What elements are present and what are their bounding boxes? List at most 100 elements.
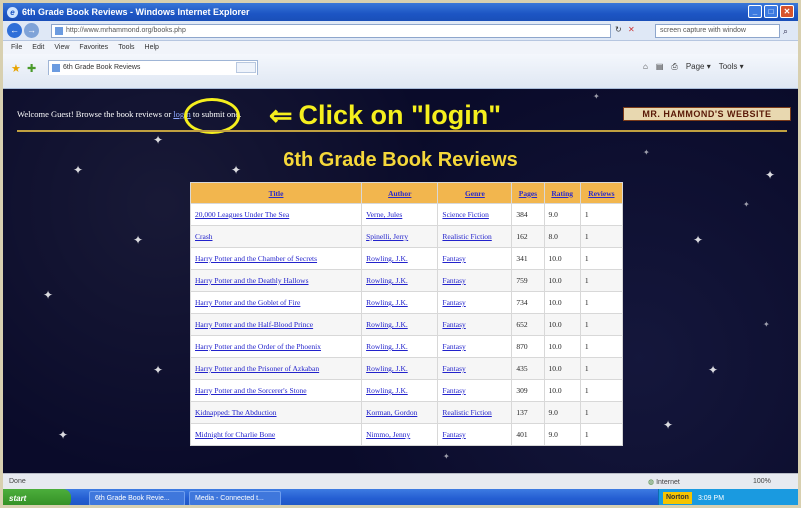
menu-view[interactable]: View (54, 44, 69, 51)
home-icon[interactable]: ⌂ (643, 62, 648, 72)
author-link[interactable]: Nimmo, Jenny (366, 430, 410, 439)
genre-link[interactable]: Fantasy (442, 276, 465, 285)
book-title-link[interactable]: Harry Potter and the Order of the Phoeni… (195, 342, 321, 351)
book-title-link[interactable]: Harry Potter and the Half-Blood Prince (195, 320, 313, 329)
menu-help[interactable]: Help (145, 44, 159, 51)
menu-file[interactable]: File (11, 44, 22, 51)
book-title-link[interactable]: Harry Potter and the Sorcerer's Stone (195, 386, 307, 395)
star-decoration: ✦ (593, 92, 600, 101)
window-title: 6th Grade Book Reviews - Windows Interne… (22, 7, 250, 17)
taskbar-button-media[interactable]: Media - Connected t... (189, 491, 281, 505)
page-menu-button[interactable]: Page ▾ (686, 62, 711, 72)
table-cell: Rowling, J.K. (361, 269, 439, 292)
book-title-link[interactable]: Harry Potter and the Prisoner of Azkaban (195, 364, 319, 373)
url-field[interactable]: http://www.mrhammond.org/books.php (51, 24, 611, 38)
author-link[interactable]: Rowling, J.K. (366, 342, 408, 351)
genre-link[interactable]: Fantasy (442, 430, 465, 439)
tools-menu-button[interactable]: Tools ▾ (719, 62, 744, 72)
taskbar: start 6th Grade Book Revie... Media - Co… (3, 489, 798, 505)
welcome-prefix: Welcome Guest! Browse the book reviews o… (17, 109, 172, 119)
book-title-link[interactable]: Crash (195, 232, 213, 241)
genre-link[interactable]: Fantasy (442, 298, 465, 307)
author-link[interactable]: Rowling, J.K. (366, 320, 408, 329)
print-icon[interactable]: ⎙ (671, 62, 677, 72)
maximize-button[interactable]: □ (764, 5, 778, 18)
column-header-pages[interactable]: Pages (511, 182, 545, 204)
close-button[interactable]: ✕ (780, 5, 794, 18)
table-cell: Science Fiction (437, 203, 513, 226)
column-header-genre[interactable]: Genre (437, 182, 513, 204)
menu-tools[interactable]: Tools (118, 44, 134, 51)
page-icon (55, 27, 63, 35)
browser-window: e 6th Grade Book Reviews - Windows Inter… (0, 0, 801, 508)
norton-icon[interactable]: Norton (663, 492, 692, 504)
author-link[interactable]: Rowling, J.K. (366, 386, 408, 395)
table-cell: Fantasy (437, 269, 513, 292)
clock: 3:09 PM (697, 495, 725, 502)
reviews-cell: 1 (579, 313, 624, 336)
search-icon[interactable]: ⌕ (783, 26, 788, 37)
genre-link[interactable]: Fantasy (442, 342, 465, 351)
author-link[interactable]: Spinelli, Jerry (366, 232, 408, 241)
stop-icon[interactable]: ✕ (628, 25, 635, 34)
genre-link[interactable]: Fantasy (442, 364, 465, 373)
genre-link[interactable]: Realistic Fiction (442, 232, 491, 241)
header-divider (17, 130, 787, 132)
minimize-button[interactable]: _ (748, 5, 762, 18)
column-header-rating[interactable]: Rating (543, 182, 581, 204)
author-link[interactable]: Rowling, J.K. (366, 298, 408, 307)
table-cell: Fantasy (437, 313, 513, 336)
menu-bar: File Edit View Favorites Tools Help (3, 41, 798, 54)
book-title-link[interactable]: Midnight for Charlie Bone (195, 430, 275, 439)
tab-book-reviews[interactable]: 6th Grade Book Reviews (48, 60, 258, 75)
column-header-reviews[interactable]: Reviews (579, 182, 624, 204)
author-link[interactable]: Rowling, J.K. (366, 364, 408, 373)
search-input[interactable]: screen capture with window (655, 24, 780, 38)
forward-button[interactable]: → (24, 23, 39, 38)
author-link[interactable]: Rowling, J.K. (366, 254, 408, 263)
book-title-link[interactable]: Harry Potter and the Chamber of Secrets (195, 254, 317, 263)
add-favorite-icon[interactable]: ✚ (27, 62, 36, 75)
author-link[interactable]: Korman, Gordon (366, 408, 417, 417)
table-cell: Harry Potter and the Goblet of Fire (189, 291, 363, 314)
column-header-author[interactable]: Author (361, 182, 439, 204)
reviews-cell: 1 (579, 225, 624, 248)
rating-cell: 10.0 (543, 291, 581, 314)
genre-link[interactable]: Science Fiction (442, 210, 488, 219)
site-logo[interactable]: MR. HAMMOND'S WEBSITE (623, 107, 791, 121)
book-title-link[interactable]: Harry Potter and the Deathly Hallows (195, 276, 309, 285)
feeds-icon[interactable]: ▤ (656, 62, 664, 72)
pages-cell: 309 (511, 379, 545, 402)
table-body: 20,000 Leagues Under The Sea Verne, Jules… (189, 203, 624, 446)
favorites-star-icon[interactable]: ★ (11, 62, 21, 75)
table-cell: Rowling, J.K. (361, 335, 439, 358)
book-title-link[interactable]: 20,000 Leagues Under The Sea (195, 210, 289, 219)
menu-edit[interactable]: Edit (32, 44, 44, 51)
start-button[interactable]: start (3, 489, 71, 505)
zoom-level[interactable]: 100% (753, 478, 771, 485)
genre-link[interactable]: Fantasy (442, 320, 465, 329)
genre-link[interactable]: Fantasy (442, 254, 465, 263)
table-cell: Rowling, J.K. (361, 379, 439, 402)
rating-cell: 10.0 (543, 313, 581, 336)
book-title-link[interactable]: Kidnapped: The Abduction (195, 408, 277, 417)
taskbar-button-browser[interactable]: 6th Grade Book Revie... (89, 491, 185, 505)
refresh-icon[interactable]: ↻ (615, 25, 622, 34)
author-link[interactable]: Verne, Jules (366, 210, 402, 219)
pages-cell: 162 (511, 225, 545, 248)
login-callout: ⇐ Click on "login" (269, 99, 501, 132)
book-title-link[interactable]: Harry Potter and the Goblet of Fire (195, 298, 300, 307)
menu-favorites[interactable]: Favorites (79, 44, 108, 51)
book-reviews-table: Title Author Genre Pages Rating Reviews … (189, 182, 624, 446)
back-button[interactable]: ← (7, 23, 22, 38)
new-tab-button[interactable] (236, 62, 256, 73)
author-link[interactable]: Rowling, J.K. (366, 276, 408, 285)
table-cell: Rowling, J.K. (361, 357, 439, 380)
table-cell: Spinelli, Jerry (361, 225, 439, 248)
table-cell: Nimmo, Jenny (361, 423, 439, 446)
genre-link[interactable]: Fantasy (442, 386, 465, 395)
table-cell: Realistic Fiction (437, 401, 513, 424)
table-row: Harry Potter and the Prisoner of Azkaban… (189, 357, 624, 380)
genre-link[interactable]: Realistic Fiction (442, 408, 491, 417)
column-header-title[interactable]: Title (189, 182, 363, 204)
